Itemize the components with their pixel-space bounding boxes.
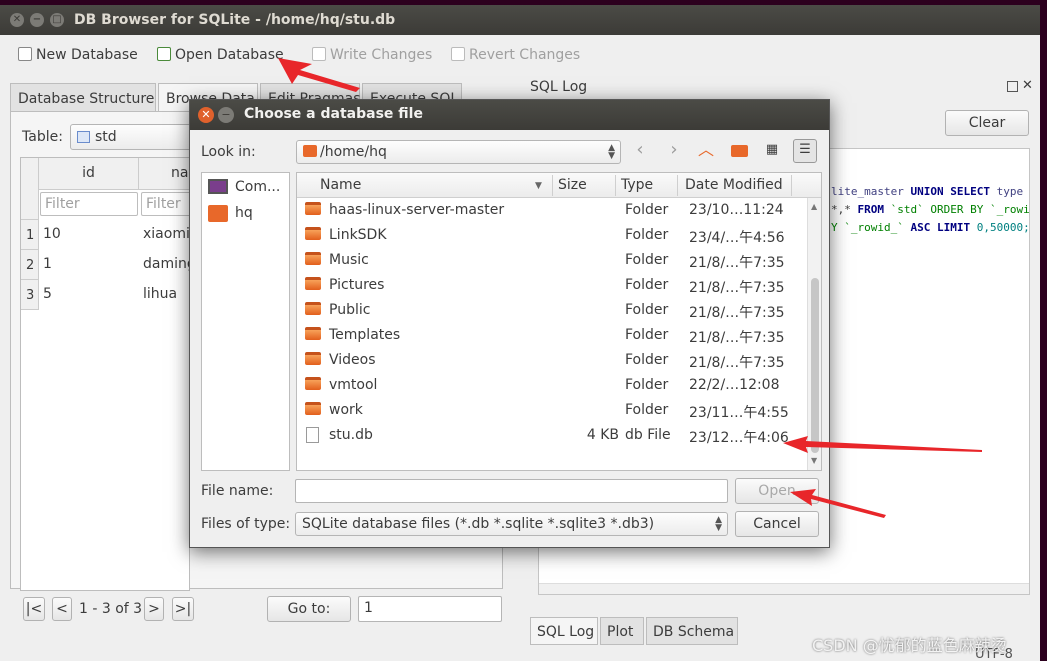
annotation-arrow-open-button: [790, 489, 886, 518]
watermark: CSDN @忧郁的蓝色麻辣烫: [812, 636, 1007, 655]
annotation-arrows: [278, 58, 982, 518]
annotation-arrow-open-database: [278, 58, 360, 92]
annotation-arrow-stu-db: [783, 436, 982, 453]
